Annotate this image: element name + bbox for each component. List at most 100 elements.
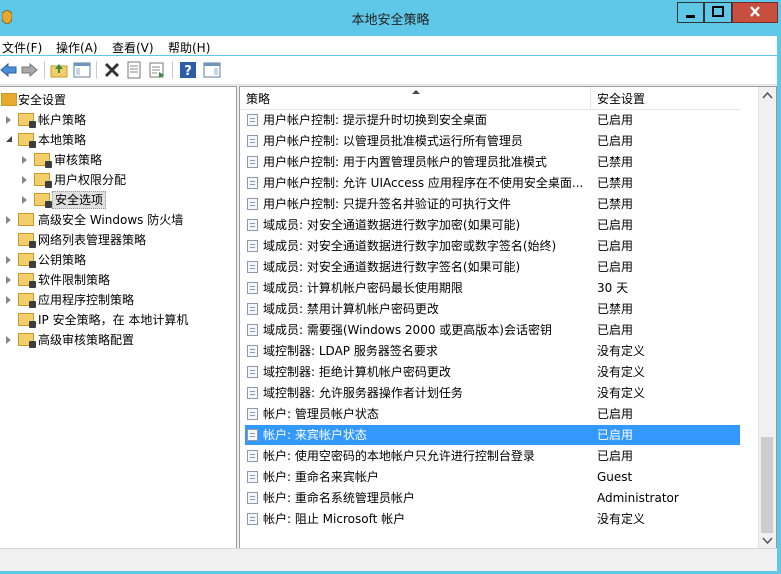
scroll-up-icon[interactable] xyxy=(759,87,776,104)
minimize-icon xyxy=(686,15,695,18)
content-area: 安全设置 帐户策略 本地策略 审核策略 用户权限分配 安全选项 高级安全 Windows 防… xyxy=(0,85,777,570)
policy-icon xyxy=(247,429,258,441)
folder-icon xyxy=(18,313,36,328)
menu-help[interactable]: 帮助(H) xyxy=(168,39,210,56)
table-row[interactable]: 用户帐户控制: 只提升签名并验证的可执行文件 已禁用 xyxy=(245,194,740,214)
scroll-down-icon[interactable] xyxy=(759,532,776,549)
policy-name: 域控制器: 允许服务器操作者计划任务 xyxy=(263,386,463,400)
back-arrow-icon[interactable] xyxy=(0,61,18,79)
export-list-icon[interactable] xyxy=(148,61,166,79)
delete-icon[interactable] xyxy=(103,61,121,79)
policy-name: 帐户: 重命名系统管理员帐户 xyxy=(263,491,415,505)
collapsed-arrow-icon[interactable] xyxy=(6,256,11,264)
show-action-pane-icon[interactable] xyxy=(203,61,221,79)
close-button[interactable] xyxy=(732,2,778,23)
policy-name: 域成员: 对安全通道数据进行数字加密或数字签名(始终) xyxy=(263,239,557,253)
collapsed-arrow-icon[interactable] xyxy=(6,296,11,304)
policy-setting: 已启用 xyxy=(597,239,634,253)
collapsed-arrow-icon[interactable] xyxy=(6,116,11,124)
show-hide-tree-icon[interactable] xyxy=(73,61,91,79)
table-row[interactable]: 帐户: 阻止 Microsoft 帐户 没有定义 xyxy=(245,509,740,529)
table-row[interactable]: 帐户: 管理员帐户状态 已启用 xyxy=(245,404,740,424)
tree-item-label: 网络列表管理器策略 xyxy=(38,233,147,247)
table-row[interactable]: 帐户: 重命名系统管理员帐户 Administrator xyxy=(245,488,740,508)
vertical-scrollbar[interactable] xyxy=(758,87,776,549)
collapsed-arrow-icon[interactable] xyxy=(6,216,11,224)
folder-icon xyxy=(18,293,36,308)
policy-name: 域成员: 对安全通道数据进行数字签名(如果可能) xyxy=(263,260,521,274)
policy-icon xyxy=(247,324,258,336)
table-row[interactable]: 用户帐户控制: 允许 UIAccess 应用程序在不使用安全桌面... 已禁用 xyxy=(245,173,740,193)
policy-icon xyxy=(247,177,258,189)
menu-action[interactable]: 操作(A) xyxy=(56,39,98,56)
tree-item-label: 审核策略 xyxy=(54,153,103,167)
table-row[interactable]: 帐户: 重命名来宾帐户 Guest xyxy=(245,467,740,487)
policy-setting: Administrator xyxy=(597,491,679,505)
table-row[interactable]: 帐户: 来宾帐户状态 已启用 xyxy=(245,425,740,445)
collapsed-arrow-icon[interactable] xyxy=(22,196,27,204)
collapsed-arrow-icon[interactable] xyxy=(6,276,11,284)
menu-view[interactable]: 查看(V) xyxy=(112,39,154,56)
toolbar: ? xyxy=(0,56,777,85)
up-folder-icon[interactable] xyxy=(50,61,68,79)
policy-setting: 已启用 xyxy=(597,407,634,421)
folder-icon xyxy=(18,333,36,348)
properties-icon[interactable] xyxy=(125,61,143,79)
policy-name: 域成员: 需要强(Windows 2000 或更高版本)会话密钥 xyxy=(263,323,552,337)
help-icon[interactable]: ? xyxy=(179,61,197,79)
maximize-button[interactable] xyxy=(704,2,732,23)
policy-icon xyxy=(247,366,258,378)
policy-name: 用户帐户控制: 以管理员批准模式运行所有管理员 xyxy=(263,134,523,148)
folder-icon xyxy=(34,173,52,188)
table-row[interactable]: 域成员: 禁用计算机帐户密码更改 已禁用 xyxy=(245,299,740,319)
column-header-policy[interactable]: 策略 xyxy=(240,87,591,110)
folder-icon xyxy=(18,273,36,288)
policy-icon xyxy=(247,261,258,273)
table-row[interactable]: 帐户: 使用空密码的本地帐户只允许进行控制台登录 已启用 xyxy=(245,446,740,466)
policy-icon xyxy=(247,450,258,462)
policy-setting: 已启用 xyxy=(597,323,634,337)
policy-name: 域成员: 计算机帐户密码最长使用期限 xyxy=(263,281,463,295)
table-row[interactable]: 用户帐户控制: 提示提升时切换到安全桌面 已启用 xyxy=(245,110,740,130)
policy-icon xyxy=(247,471,258,483)
sort-ascending-icon xyxy=(412,90,420,94)
table-row[interactable]: 域成员: 对安全通道数据进行数字加密或数字签名(始终) 已启用 xyxy=(245,236,740,256)
table-row[interactable]: 用户帐户控制: 用于内置管理员帐户的管理员批准模式 已禁用 xyxy=(245,152,740,172)
tree-item-label: 用户权限分配 xyxy=(54,173,127,187)
table-row[interactable]: 用户帐户控制: 以管理员批准模式运行所有管理员 已启用 xyxy=(245,131,740,151)
policy-name: 用户帐户控制: 用于内置管理员帐户的管理员批准模式 xyxy=(263,155,547,169)
policy-icon xyxy=(247,114,258,126)
minimize-button[interactable] xyxy=(677,2,704,23)
collapsed-arrow-icon[interactable] xyxy=(22,156,27,164)
policy-name: 帐户: 使用空密码的本地帐户只允许进行控制台登录 xyxy=(263,449,535,463)
table-row[interactable]: 域控制器: LDAP 服务器签名要求 没有定义 xyxy=(245,341,740,361)
policy-setting: 30 天 xyxy=(597,281,629,295)
policy-setting: 已禁用 xyxy=(597,155,634,169)
tree-item-label: 安全选项 xyxy=(52,191,107,209)
menu-file[interactable]: 文件(F) xyxy=(2,39,42,56)
policy-setting: 已禁用 xyxy=(597,302,634,316)
folder-icon xyxy=(18,233,36,248)
table-row[interactable]: 域成员: 需要强(Windows 2000 或更高版本)会话密钥 已启用 xyxy=(245,320,740,340)
table-row[interactable]: 域控制器: 拒绝计算机帐户密码更改 没有定义 xyxy=(245,362,740,382)
policy-setting: 已禁用 xyxy=(597,197,634,211)
forward-arrow-icon[interactable] xyxy=(20,61,38,79)
table-row[interactable]: 域成员: 对安全通道数据进行数字签名(如果可能) 已启用 xyxy=(245,257,740,277)
policy-setting: 已启用 xyxy=(597,218,634,232)
maximize-icon xyxy=(712,6,724,17)
table-row[interactable]: 域控制器: 允许服务器操作者计划任务 没有定义 xyxy=(245,383,740,403)
table-row[interactable]: 域成员: 对安全通道数据进行数字加密(如果可能) 已启用 xyxy=(245,215,740,235)
collapsed-arrow-icon[interactable] xyxy=(22,176,27,184)
policy-setting: 没有定义 xyxy=(597,512,646,526)
table-row[interactable]: 域成员: 计算机帐户密码最长使用期限 30 天 xyxy=(245,278,740,298)
collapsed-arrow-icon[interactable] xyxy=(6,336,11,344)
scroll-thumb[interactable] xyxy=(761,437,773,533)
folder-icon xyxy=(34,153,52,168)
tree-item-label: 高级安全 Windows 防火墙 xyxy=(38,213,184,227)
toolbar-separator xyxy=(172,61,173,79)
column-header-setting[interactable]: 安全设置 xyxy=(591,87,741,110)
policy-name: 域成员: 对安全通道数据进行数字加密(如果可能) xyxy=(263,218,521,232)
tree-item-label: IP 安全策略，在 本地计算机 xyxy=(38,313,189,327)
expanded-arrow-icon[interactable] xyxy=(6,136,12,142)
policy-setting: 没有定义 xyxy=(597,344,646,358)
